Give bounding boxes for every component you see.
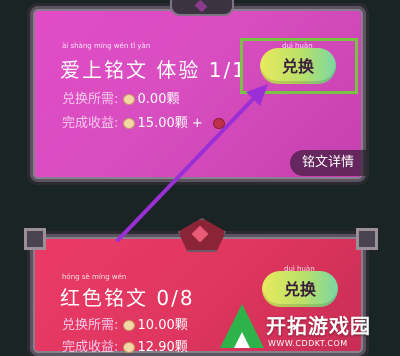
rune-coin-icon [122,94,135,105]
card-top-ornament [170,0,234,16]
card2-reward-row: 完成收益: 12.90颗 [62,336,188,355]
red-rune-icon [212,118,225,129]
rune-coin-icon [122,118,135,129]
card2-requirement-row: 兑换所需: 10.00颗 [62,314,188,333]
gem-icon [191,225,209,243]
frame-corner [356,228,378,250]
reward-value: 12.90颗 [137,340,188,355]
card1-title-pinyin: ài shàng míng wén tǐ yàn [62,42,151,50]
rune-coin-icon [122,342,135,353]
card2-title: 红色铭文 0/8 [60,286,195,310]
card1-reward-row: 完成收益: 15.00颗 + [62,112,228,131]
watermark-url: WWW.CDDKT.COM [268,339,348,348]
requirement-label: 兑换所需: [62,92,119,107]
reward-label: 完成收益: [62,340,119,355]
card2-title-pinyin: hóng sè míng wén [62,273,127,281]
card1-title: 爱上铭文 体验 1/1 [60,58,247,82]
requirement-value: 10.00颗 [137,318,188,333]
rune-coin-icon [122,320,135,331]
requirement-label: 兑换所需: [62,318,119,333]
frame-corner [24,228,46,250]
card1-requirement-row: 兑换所需: 0.00颗 [62,88,179,107]
watermark-brand: 开拓游戏园 [266,314,371,338]
rune-detail-button[interactable]: 铭文详情 [290,150,366,176]
gem-icon [194,0,208,13]
reward-value: 15.00颗 + [137,116,203,131]
requirement-value: 0.00颗 [137,92,180,107]
exchange-button-highlight [240,38,358,94]
reward-label: 完成收益: [62,116,119,131]
